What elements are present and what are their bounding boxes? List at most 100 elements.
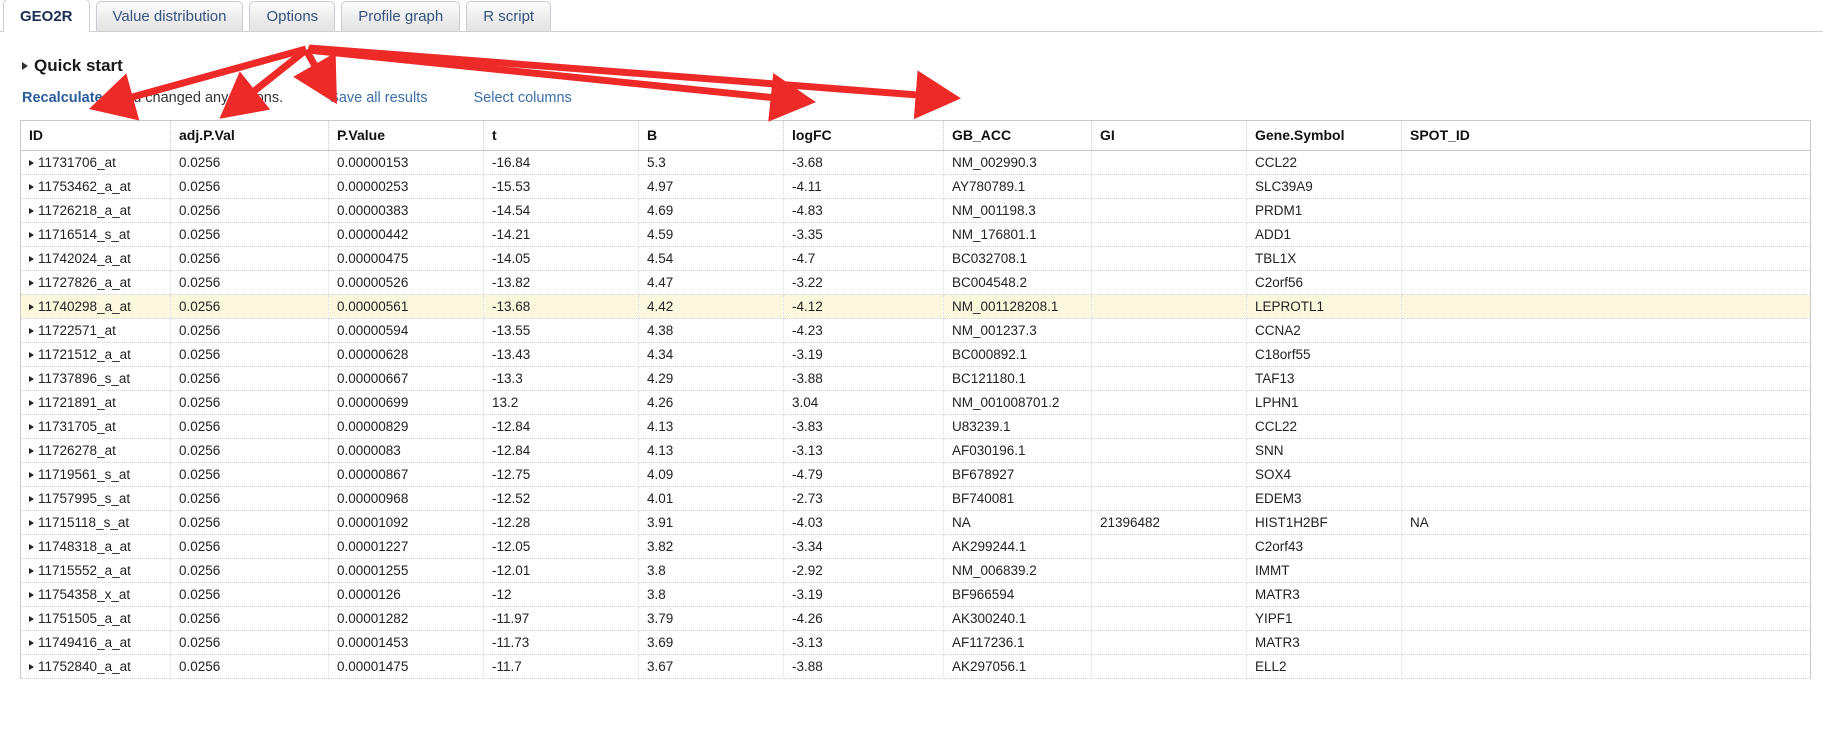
- expand-row-icon[interactable]: [29, 159, 34, 166]
- cell-adj-p-val: 0.0256: [170, 366, 329, 391]
- tab-r-script[interactable]: R script: [466, 1, 552, 31]
- cell-gi: [1091, 342, 1247, 367]
- column-header-gb-acc[interactable]: GB_ACC: [943, 120, 1092, 151]
- table-row[interactable]: 11748318_a_at 0.0256 0.00001227 -12.05 3.82-…: [20, 534, 1811, 559]
- table-row[interactable]: 11753462_a_at 0.0256 0.00000253 -15.53 4.97-…: [20, 174, 1811, 199]
- expand-row-icon[interactable]: [29, 543, 34, 550]
- table-row[interactable]: 11727826_a_at 0.0256 0.00000526 -13.82 4.47-…: [20, 270, 1811, 295]
- expand-row-icon[interactable]: [29, 231, 34, 238]
- cell-b: 4.09: [638, 462, 784, 487]
- cell-gene-symbol: IMMT: [1246, 558, 1402, 583]
- cell-b: 4.26: [638, 390, 784, 415]
- recalculate-link[interactable]: Recalculate: [22, 90, 103, 106]
- row-id-cell: 11727826_a_at: [20, 270, 171, 295]
- cell-b: 3.67: [638, 654, 784, 679]
- cell-gi: [1091, 606, 1247, 631]
- save-all-results-link[interactable]: Save all results: [329, 90, 427, 106]
- expand-row-icon[interactable]: [29, 423, 34, 430]
- expand-row-icon[interactable]: [29, 519, 34, 526]
- tab-profile-graph[interactable]: Profile graph: [341, 1, 461, 31]
- cell-logfc: -4.03: [783, 510, 944, 535]
- cell-gb-acc: NM_001008701.2: [943, 390, 1092, 415]
- cell-logfc: -4.11: [783, 174, 944, 199]
- expand-row-icon[interactable]: [29, 471, 34, 478]
- table-row[interactable]: 11751505_a_at 0.0256 0.00001282 -11.97 3.79-…: [20, 606, 1811, 631]
- column-header-t[interactable]: t: [483, 120, 639, 151]
- column-header-gi[interactable]: GI: [1091, 120, 1247, 151]
- expand-row-icon[interactable]: [29, 183, 34, 190]
- expand-row-icon[interactable]: [29, 663, 34, 670]
- column-header-p-value[interactable]: P.Value: [328, 120, 484, 151]
- cell-gene-symbol: C2orf43: [1246, 534, 1402, 559]
- tab-bar: GEO2R Value distribution Options Profile gr…: [0, 0, 1823, 32]
- expand-row-icon[interactable]: [29, 495, 34, 502]
- table-row[interactable]: 11716514_s_at 0.0256 0.00000442 -14.21 4.59-…: [20, 222, 1811, 247]
- expand-row-icon[interactable]: [29, 399, 34, 406]
- expand-row-icon[interactable]: [29, 207, 34, 214]
- expand-row-icon[interactable]: [29, 615, 34, 622]
- table-row[interactable]: 11715118_s_at 0.0256 0.00001092 -12.28 3.91-…: [20, 510, 1811, 535]
- table-row[interactable]: 11726218_a_at 0.0256 0.00000383 -14.54 4.69-…: [20, 198, 1811, 223]
- expand-row-icon[interactable]: [29, 327, 34, 334]
- cell-t: -13.82: [483, 270, 639, 295]
- table-row[interactable]: 11742024_a_at 0.0256 0.00000475 -14.05 4.54-…: [20, 246, 1811, 271]
- cell-p-value: 0.00000561: [328, 294, 484, 319]
- cell-gi: [1091, 486, 1247, 511]
- cell-b: 3.8: [638, 558, 784, 583]
- table-row[interactable]: 11721512_a_at 0.0256 0.00000628 -13.43 4.34-…: [20, 342, 1811, 367]
- cell-adj-p-val: 0.0256: [170, 534, 329, 559]
- table-row[interactable]: 11715552_a_at 0.0256 0.00001255 -12.01 3.8 -2…: [20, 558, 1811, 583]
- column-header-adj-p-val[interactable]: adj.P.Val: [170, 120, 329, 151]
- expand-row-icon[interactable]: [29, 303, 34, 310]
- cell-p-value: 0.0000126: [328, 582, 484, 607]
- cell-adj-p-val: 0.0256: [170, 222, 329, 247]
- expand-row-icon[interactable]: [29, 639, 34, 646]
- cell-logfc: -4.83: [783, 198, 944, 223]
- cell-gene-symbol: SLC39A9: [1246, 174, 1402, 199]
- table-row[interactable]: 11754358_x_at 0.0256 0.0000126 -12 3.8 -3.19 B…: [20, 582, 1811, 607]
- table-row[interactable]: 11722571_at 0.0256 0.00000594 -13.55 4.38 -4.…: [20, 318, 1811, 343]
- cell-gi: [1091, 174, 1247, 199]
- tab-geo2r[interactable]: GEO2R: [3, 0, 90, 32]
- table-row[interactable]: 11740298_a_at 0.0256 0.00000561 -13.68 4.42-…: [20, 294, 1811, 319]
- table-row[interactable]: 11752840_a_at 0.0256 0.00001475 -11.7 3.67 -3…: [20, 654, 1811, 679]
- table-row[interactable]: 11731706_at 0.0256 0.00000153 -16.84 5.3 -3.6…: [20, 150, 1811, 175]
- column-header-spot-id[interactable]: SPOT_ID: [1401, 120, 1811, 151]
- column-header-gene-symbol[interactable]: Gene.Symbol: [1246, 120, 1402, 151]
- cell-p-value: 0.00000383: [328, 198, 484, 223]
- expand-row-icon[interactable]: [29, 279, 34, 286]
- select-columns-link[interactable]: Select columns: [473, 90, 571, 106]
- cell-spot-id: [1401, 558, 1811, 583]
- cell-p-value: 0.00000253: [328, 174, 484, 199]
- column-header-b[interactable]: B: [638, 120, 784, 151]
- cell-gene-symbol: MATR3: [1246, 630, 1402, 655]
- row-id-label: 11749416_a_at: [38, 635, 131, 650]
- tab-value-distribution[interactable]: Value distribution: [95, 1, 244, 31]
- cell-gb-acc: AY780789.1: [943, 174, 1092, 199]
- cell-t: -11.7: [483, 654, 639, 679]
- table-row[interactable]: 11749416_a_at 0.0256 0.00001453 -11.73 3.69-…: [20, 630, 1811, 655]
- table-row[interactable]: 11719561_s_at 0.0256 0.00000867 -12.75 4.09-…: [20, 462, 1811, 487]
- table-row[interactable]: 11737896_s_at 0.0256 0.00000667 -13.3 4.29 -3…: [20, 366, 1811, 391]
- quick-start-toggle[interactable]: Quick start: [22, 56, 123, 76]
- column-header-logfc[interactable]: logFC: [783, 120, 944, 151]
- table-row[interactable]: 11757995_s_at 0.0256 0.00000968 -12.52 4.01-…: [20, 486, 1811, 511]
- expand-row-icon[interactable]: [29, 255, 34, 262]
- expand-row-icon[interactable]: [29, 567, 34, 574]
- cell-gi: [1091, 582, 1247, 607]
- cell-adj-p-val: 0.0256: [170, 510, 329, 535]
- cell-logfc: -2.73: [783, 486, 944, 511]
- quick-start-label: Quick start: [34, 56, 123, 75]
- table-row[interactable]: 11726278_at 0.0256 0.0000083 -12.84 4.13 -3.1…: [20, 438, 1811, 463]
- expand-row-icon[interactable]: [29, 447, 34, 454]
- tab-options[interactable]: Options: [249, 1, 336, 31]
- expand-row-icon[interactable]: [29, 375, 34, 382]
- cell-gene-symbol: ADD1: [1246, 222, 1402, 247]
- table-row[interactable]: 11731705_at 0.0256 0.00000829 -12.84 4.13 -3.…: [20, 414, 1811, 439]
- cell-gi: [1091, 534, 1247, 559]
- column-header-id[interactable]: ID: [20, 120, 171, 151]
- expand-row-icon[interactable]: [29, 351, 34, 358]
- table-row[interactable]: 11721891_at 0.0256 0.00000699 13.2 4.26 3.04 N…: [20, 390, 1811, 415]
- expand-row-icon[interactable]: [29, 591, 34, 598]
- cell-b: 4.13: [638, 438, 784, 463]
